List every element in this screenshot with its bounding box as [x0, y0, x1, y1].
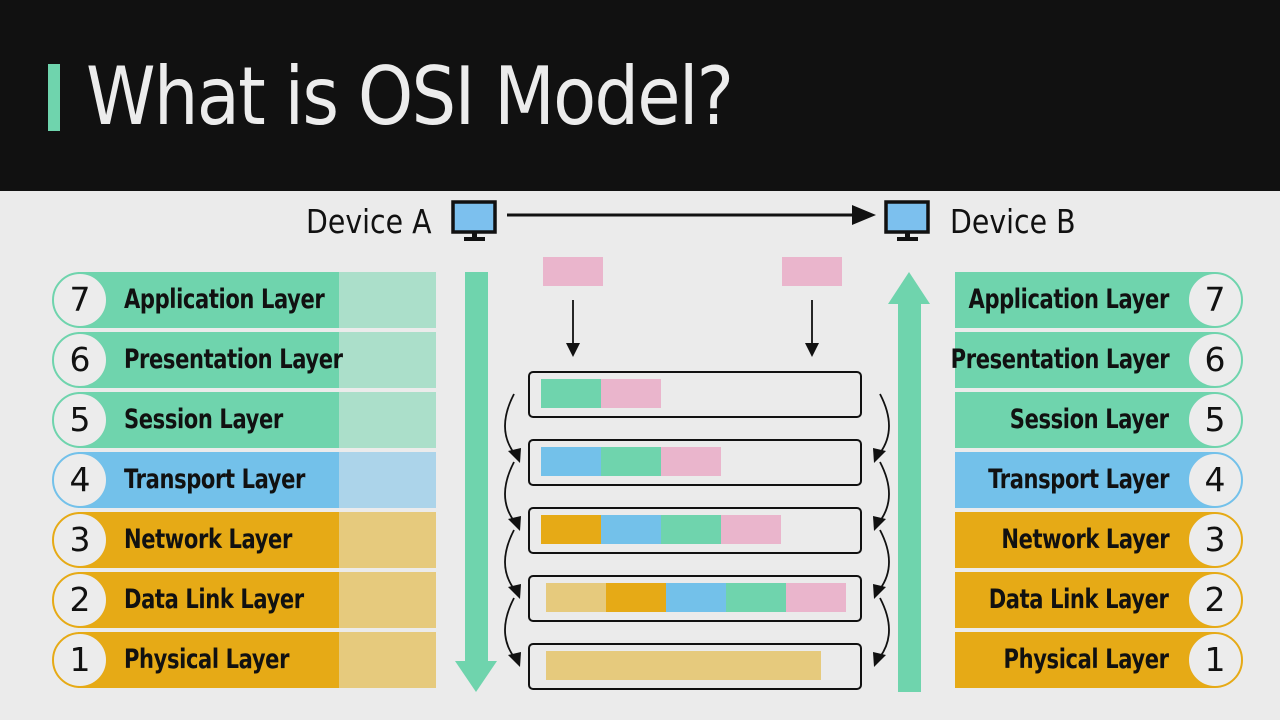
curved-arrow-left [504, 461, 515, 522]
curved-arrow-right-head [873, 652, 886, 667]
transmission-arrow [507, 205, 876, 225]
curved-arrow-right [879, 461, 890, 522]
data-down-arrow-left [566, 300, 580, 357]
curved-arrow-left-head [508, 448, 521, 463]
curved-arrow-right-head [873, 584, 886, 599]
curved-arrow-right-head [873, 516, 886, 531]
curved-arrow-left [504, 393, 515, 454]
curved-arrow-left-head [508, 516, 521, 531]
curved-arrow-left [504, 597, 515, 658]
sender-down-arrow [455, 272, 497, 692]
curved-arrow-left [504, 529, 515, 590]
curved-arrow-right [879, 393, 890, 454]
curved-arrow-right-head [873, 448, 886, 463]
arrows-overlay [455, 205, 930, 692]
curved-arrow-left-head [508, 584, 521, 599]
curved-arrow-left-head [508, 652, 521, 667]
receiver-up-arrow [888, 272, 930, 692]
curved-arrow-right [879, 529, 890, 590]
data-down-arrow-right [805, 300, 819, 357]
curved-arrow-right [879, 597, 890, 658]
